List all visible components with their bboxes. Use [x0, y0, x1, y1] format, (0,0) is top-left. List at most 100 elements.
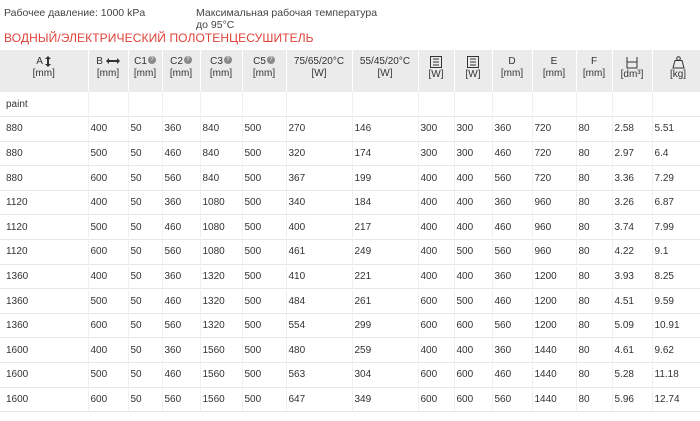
cell-c1: 50 [128, 239, 163, 265]
cell-a: 1120 [0, 239, 89, 265]
cell-d: 360 [492, 337, 533, 363]
cell-e: 1200 [532, 313, 577, 338]
cell-electric-1: 400 [418, 337, 455, 363]
cell-power-55: 299 [352, 313, 419, 338]
cell-c5: 500 [242, 264, 287, 289]
paint-label: paint [0, 92, 89, 117]
col-a-unit: [mm] [32, 68, 55, 80]
cell-d: 460 [492, 288, 533, 314]
cell-electric-2: 400 [454, 190, 493, 215]
cell-power-75: 554 [286, 313, 353, 338]
cell-c3: 1080 [200, 214, 243, 240]
cell-c1: 50 [128, 313, 163, 338]
cell-c1: 50 [128, 264, 163, 289]
cell-volume: 3.93 [612, 264, 653, 289]
cell-b: 500 [88, 141, 129, 166]
cell-e: 960 [532, 239, 577, 265]
cell-electric-1: 400 [418, 264, 455, 289]
cell-power-75: 400 [286, 214, 353, 240]
help-icon[interactable]: ? [183, 56, 192, 64]
table-row: 1600 500 50 460 1560 500 563 304 600 600 460 1440 80… [0, 362, 700, 388]
col-c5-label: C5 [253, 56, 266, 67]
volume-icon [626, 57, 638, 69]
cell-power-55: 184 [352, 190, 419, 215]
cell-c2: 560 [162, 387, 201, 412]
cell-a: 880 [0, 165, 89, 191]
cell-volume: 5.96 [612, 387, 653, 412]
cell-electric-2: 600 [454, 362, 493, 388]
cell-weight: 10.91 [652, 313, 700, 338]
col-c1-label: C1 [134, 56, 147, 67]
table-row: 880 500 50 460 840 500 320 174 300 300 460 720 80 2.9… [0, 141, 700, 166]
col-c2-label: C2 [170, 56, 183, 67]
col-b: B [mm] [88, 50, 129, 92]
table-row: 1360 400 50 360 1320 500 410 221 400 400 360 1200 80… [0, 264, 700, 289]
cell-power-55: 261 [352, 288, 419, 314]
cell-power-55: 221 [352, 264, 419, 289]
cell-volume: 3.74 [612, 214, 653, 240]
cell-c1: 50 [128, 337, 163, 363]
cell-c1: 50 [128, 190, 163, 215]
col-c3-unit: [mm] [209, 68, 233, 79]
cell-c3: 1320 [200, 313, 243, 338]
col-electric-1: [W] [418, 50, 455, 92]
cell-a: 1360 [0, 264, 89, 289]
cell-power-55: 199 [352, 165, 419, 191]
col-electric-2-unit: [W] [465, 68, 481, 80]
cell-electric-2: 400 [454, 264, 493, 289]
cell-volume: 5.09 [612, 313, 653, 338]
cell-e: 720 [532, 165, 577, 191]
cell-power-75: 410 [286, 264, 353, 289]
cell-c5: 500 [242, 313, 287, 338]
col-power-55-label: 55/45/20°C [359, 56, 411, 67]
table-row: 880 400 50 360 840 500 270 146 300 300 360 720 80 2.5… [0, 116, 700, 142]
cell-f: 80 [576, 264, 613, 289]
cell-b: 400 [88, 190, 129, 215]
cell-c2: 360 [162, 190, 201, 215]
help-icon[interactable]: ? [147, 56, 156, 64]
cell-f: 80 [576, 313, 613, 338]
cell-power-55: 304 [352, 362, 419, 388]
col-e: E [mm] [532, 50, 577, 92]
cell-volume: 2.58 [612, 116, 653, 142]
cell-d: 560 [492, 387, 533, 412]
cell-b: 400 [88, 264, 129, 289]
cell-f: 80 [576, 362, 613, 388]
cell-c2: 560 [162, 165, 201, 191]
cell-d: 560 [492, 239, 533, 265]
heating-element-icon [430, 56, 442, 68]
cell-electric-2: 400 [454, 214, 493, 240]
cell-d: 360 [492, 190, 533, 215]
col-power-55: 55/45/20°C [W] [352, 50, 419, 92]
cell-e: 960 [532, 190, 577, 215]
cell-d: 360 [492, 116, 533, 142]
cell-electric-1: 300 [418, 116, 455, 142]
cell-f: 80 [576, 165, 613, 191]
help-icon[interactable]: ? [223, 56, 232, 64]
cell-weight: 6.87 [652, 190, 700, 215]
cell-e: 1200 [532, 288, 577, 314]
table-row: 1120 400 50 360 1080 500 340 184 400 400 360 960 80 3… [0, 190, 700, 215]
col-f: F [mm] [576, 50, 613, 92]
cell-power-55: 259 [352, 337, 419, 363]
col-electric-2: [W] [454, 50, 493, 92]
col-d-label: D [508, 56, 516, 67]
cell-a: 1600 [0, 387, 89, 412]
cell-volume: 3.26 [612, 190, 653, 215]
col-volume-unit: [dm³] [620, 69, 644, 81]
cell-a: 1600 [0, 362, 89, 388]
cell-c2: 360 [162, 337, 201, 363]
cell-f: 80 [576, 214, 613, 240]
col-e-label: E [550, 56, 558, 67]
cell-c1: 50 [128, 165, 163, 191]
cell-electric-1: 600 [418, 313, 455, 338]
cell-c3: 1320 [200, 264, 243, 289]
horizontal-arrow-icon [105, 58, 120, 65]
help-icon[interactable]: ? [266, 56, 275, 64]
cell-power-75: 480 [286, 337, 353, 363]
cell-c5: 500 [242, 337, 287, 363]
cell-d: 460 [492, 141, 533, 166]
cell-c1: 50 [128, 116, 163, 142]
cell-volume: 4.22 [612, 239, 653, 265]
cell-f: 80 [576, 239, 613, 265]
